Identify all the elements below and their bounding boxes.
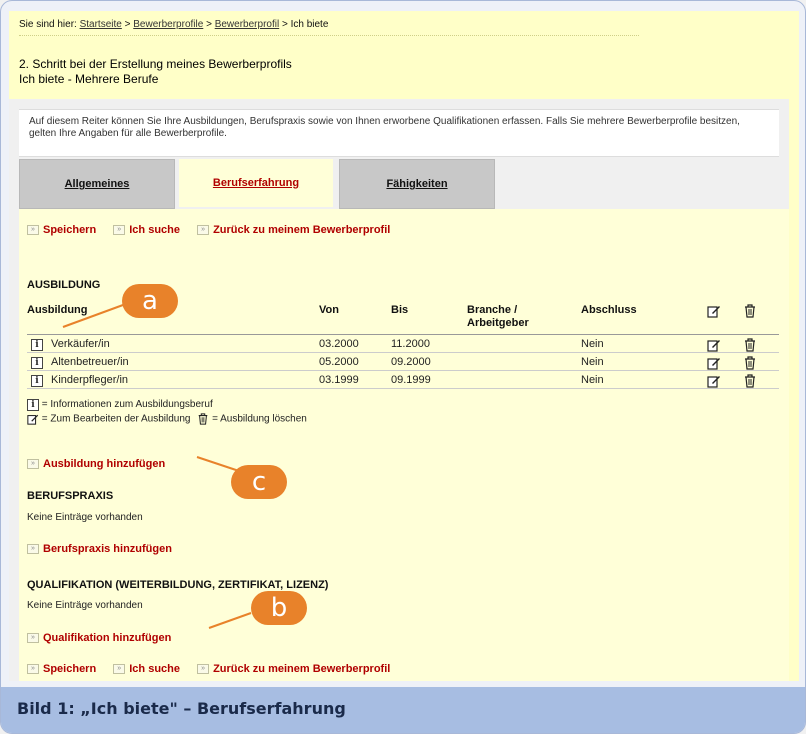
caption-bar: Bild 1: „Ich biete" – Berufserfahrung — [1, 687, 805, 733]
callout-a: a — [122, 284, 178, 318]
figure-caption: Bild 1: „Ich biete" – Berufserfahrung — [17, 699, 346, 718]
callout-pointers — [62, 304, 252, 629]
callout-b: b — [251, 591, 307, 625]
figure-frame: Sie sind hier: Startseite > Bewerberprof… — [0, 0, 806, 734]
callout-c: c — [231, 465, 287, 499]
